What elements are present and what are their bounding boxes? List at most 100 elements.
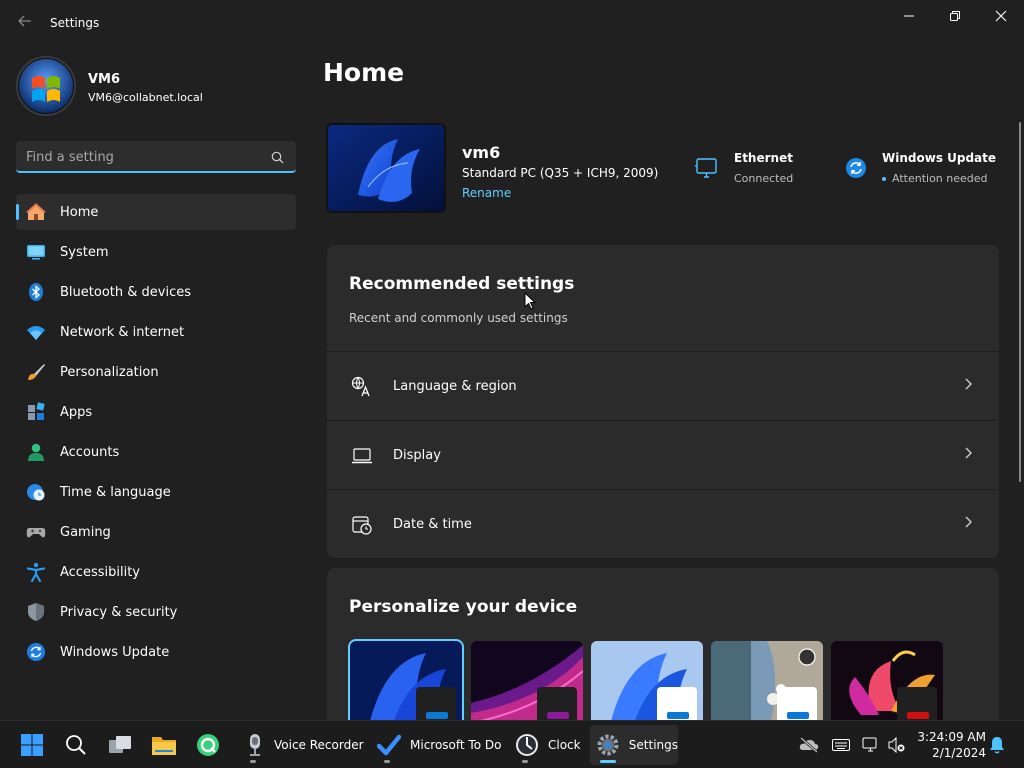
task-view-icon (107, 732, 133, 758)
taskbar-search-button[interactable] (58, 725, 94, 765)
mouse-cursor-icon (524, 291, 537, 314)
sidebar-item-label: Bluetooth & devices (60, 284, 191, 300)
windows-update-status[interactable]: Windows Update Attention needed (844, 150, 1004, 190)
sidebar-item-network[interactable]: Network & internet (16, 314, 296, 350)
sidebar-item-windows-update[interactable]: Windows Update (16, 634, 296, 670)
search-icon[interactable] (271, 149, 284, 168)
network-status-icon[interactable] (860, 721, 882, 768)
theme-preview-window (777, 687, 817, 721)
theme-thumbnail-spotlight[interactable] (711, 641, 823, 721)
update-icon (26, 642, 46, 662)
calendar-clock-icon (351, 514, 373, 536)
sidebar-item-label: Time & language (60, 484, 171, 500)
wifi-icon (26, 322, 46, 342)
theme-preview-window (416, 687, 456, 721)
taskbar-clock[interactable]: 3:24:09 AM 2/1/2024 (914, 729, 986, 761)
running-indicator (250, 760, 256, 763)
search-icon (63, 732, 89, 758)
brush-icon (26, 362, 46, 382)
person-icon (26, 442, 46, 462)
sidebar-item-label: Accessibility (60, 564, 140, 580)
taskbar-app-settings[interactable]: Settings (590, 725, 678, 765)
user-profile[interactable]: VM6 VM6@collabnet.local (16, 56, 296, 118)
recommended-item-language-region[interactable]: Language & region (327, 351, 999, 419)
taskbar-app-voice-recorder[interactable]: Voice Recorder (238, 725, 364, 765)
volume-muted-icon[interactable] (886, 721, 908, 768)
keyboard-icon[interactable] (828, 721, 854, 768)
active-indicator (600, 760, 616, 763)
personalize-title: Personalize your device (349, 597, 578, 617)
language-icon (351, 376, 373, 398)
taskbar: Voice Recorder Microsoft To Do Clock Set… (0, 720, 1024, 768)
windows-update-sub: Attention needed (892, 172, 988, 185)
ethernet-title: Ethernet (734, 151, 793, 165)
sidebar-item-home[interactable]: Home (16, 194, 296, 230)
sidebar-nav: Home System Bluetooth & devices Network … (16, 194, 296, 674)
recommended-title: Recommended settings (349, 274, 575, 294)
microphone-icon (244, 732, 266, 758)
recommended-settings-card: Recommended settings Recent and commonly… (327, 245, 999, 558)
sidebar-item-accounts[interactable]: Accounts (16, 434, 296, 470)
sidebar-item-label: Apps (60, 404, 93, 420)
start-button[interactable] (14, 725, 50, 765)
sidebar-item-label: System (60, 244, 109, 260)
user-email: VM6@collabnet.local (88, 91, 203, 104)
taskbar-app-label: Voice Recorder (274, 738, 364, 752)
system-icon (26, 242, 46, 262)
ethernet-icon (694, 156, 720, 186)
recommended-item-label: Display (393, 448, 441, 463)
sidebar-item-bluetooth[interactable]: Bluetooth & devices (16, 274, 296, 310)
theme-thumbnail-windows-dark[interactable] (348, 639, 464, 723)
sync-icon (844, 156, 868, 184)
theme-thumbnail-glow[interactable] (471, 641, 583, 721)
sidebar-item-accessibility[interactable]: Accessibility (16, 554, 296, 590)
taskbar-app-label: Microsoft To Do (410, 738, 502, 752)
taskbar-app-microsoft-to-do[interactable]: Microsoft To Do (370, 725, 502, 765)
recommended-item-label: Date & time (393, 517, 472, 532)
taskbar-app-clock[interactable]: Clock (508, 725, 586, 765)
minimize-button[interactable] (886, 0, 932, 32)
sidebar-item-personalization[interactable]: Personalization (16, 354, 296, 390)
chevron-right-icon (963, 447, 973, 463)
recommended-item-date-time[interactable]: Date & time (327, 489, 999, 557)
clock-date: 2/1/2024 (932, 746, 986, 760)
title-bar: Settings (0, 0, 1024, 48)
sidebar-item-gaming[interactable]: Gaming (16, 514, 296, 550)
sidebar-item-label: Privacy & security (60, 604, 178, 620)
maximize-button[interactable] (932, 0, 978, 32)
back-arrow-icon[interactable] (14, 12, 36, 34)
notification-bell-icon[interactable] (986, 721, 1008, 768)
clock-time: 3:24:09 AM (917, 730, 986, 744)
sidebar-item-label: Home (60, 204, 99, 220)
sidebar-item-label: Personalization (60, 364, 159, 380)
file-explorer-button[interactable] (146, 725, 182, 765)
task-view-button[interactable] (102, 725, 138, 765)
shield-icon (26, 602, 46, 622)
rename-link[interactable]: Rename (462, 186, 511, 200)
sidebar-item-privacy[interactable]: Privacy & security (16, 594, 296, 630)
device-wallpaper-thumbnail (326, 123, 446, 213)
home-icon (26, 202, 46, 222)
recommended-item-display[interactable]: Display (327, 420, 999, 488)
taskbar-app-label: Settings (628, 738, 678, 752)
theme-preview-window (657, 687, 697, 721)
sidebar-item-system[interactable]: System (16, 234, 296, 270)
running-indicator (522, 760, 528, 763)
theme-thumbnail-flower[interactable] (831, 641, 943, 721)
qt-app-icon (195, 732, 221, 758)
sidebar-item-time-language[interactable]: Time & language (16, 474, 296, 510)
onedrive-offline-icon[interactable] (796, 721, 822, 768)
theme-thumbnail-windows-light[interactable] (591, 641, 703, 721)
scrollbar-thumb[interactable] (1019, 122, 1021, 482)
sidebar-item-apps[interactable]: Apps (16, 394, 296, 430)
search-input[interactable] (26, 147, 256, 167)
user-name: VM6 (88, 72, 121, 87)
device-name: vm6 (462, 143, 501, 162)
search-box[interactable] (16, 141, 296, 173)
close-button[interactable] (978, 0, 1024, 32)
theme-preview-window (537, 687, 577, 721)
sidebar-item-label: Network & internet (60, 324, 185, 340)
qt-app-button[interactable] (190, 725, 226, 765)
gamepad-icon (26, 522, 46, 542)
ethernet-status[interactable]: Ethernet Connected (694, 150, 814, 190)
